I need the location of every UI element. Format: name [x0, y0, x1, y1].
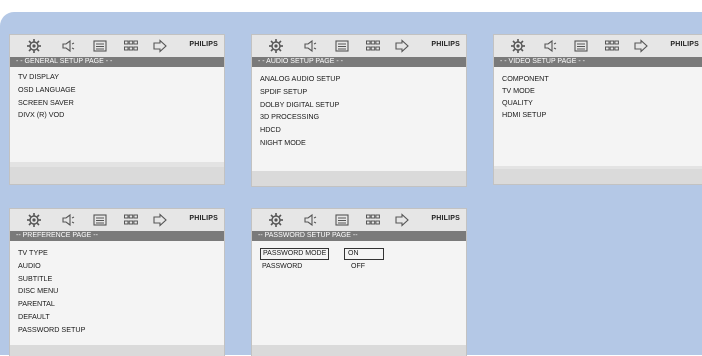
arrow-right-icon[interactable]: [394, 212, 410, 228]
menu-item-tv-type[interactable]: TV TYPE: [10, 247, 224, 260]
brand-label: PHILIPS: [431, 41, 460, 48]
password-options: PASSWORD MODE ON PASSWORD OFF: [252, 241, 466, 351]
password-label: PASSWORD: [262, 263, 303, 270]
menu-item-divx-vod[interactable]: DIVX (R) VOD: [10, 109, 224, 122]
password-row[interactable]: PASSWORD OFF: [252, 260, 466, 273]
menu-item-disc-menu[interactable]: DISC MENU: [10, 285, 224, 298]
menu-item-analog-audio-setup[interactable]: ANALOG AUDIO SETUP: [252, 73, 466, 86]
page-title: -- PREFERENCE PAGE --: [10, 231, 224, 241]
menu-item-audio[interactable]: AUDIO: [10, 260, 224, 273]
password-mode-row[interactable]: PASSWORD MODE ON: [252, 247, 466, 260]
video-setup-panel: PHILIPS - - VIDEO SETUP PAGE - - COMPONE…: [493, 34, 702, 185]
toolbar: PHILIPS: [494, 35, 702, 57]
menu-item-quality[interactable]: QUALITY: [494, 97, 702, 109]
menu-item-night-mode[interactable]: NIGHT MODE: [252, 137, 466, 150]
menu-item-hdmi-setup[interactable]: HDMI SETUP: [494, 109, 702, 121]
arrow-right-icon[interactable]: [633, 38, 649, 54]
speaker-icon[interactable]: [302, 212, 318, 228]
speaker-icon[interactable]: [542, 38, 558, 54]
menu-item-dolby-digital-setup[interactable]: DOLBY DIGITAL SETUP: [252, 99, 466, 112]
password-mode-label: PASSWORD MODE: [260, 248, 330, 260]
grid-icon[interactable]: [604, 38, 620, 54]
menu-item-osd-language[interactable]: OSD LANGUAGE: [10, 84, 224, 97]
menu-item-3d-processing[interactable]: 3D PROCESSING: [252, 111, 466, 124]
grid-icon[interactable]: [365, 212, 381, 228]
panel-footer: [494, 169, 702, 184]
menu-list: COMPONENT TV MODE QUALITY HDMI SETUP: [494, 67, 702, 166]
panel-footer: [252, 345, 466, 356]
screen-icon[interactable]: [334, 212, 350, 228]
brand-label: PHILIPS: [670, 41, 699, 48]
page-title: -- PASSWORD SETUP PAGE --: [252, 231, 466, 241]
menu-item-parental[interactable]: PARENTAL: [10, 298, 224, 311]
password-value[interactable]: OFF: [348, 262, 368, 272]
menu-item-component[interactable]: COMPONENT: [494, 73, 702, 85]
arrow-right-icon[interactable]: [152, 212, 168, 228]
general-setup-panel: PHILIPS - - GENERAL SETUP PAGE - - TV DI…: [9, 34, 225, 185]
panel-footer: [252, 171, 466, 186]
menu-item-hdcd[interactable]: HDCD: [252, 124, 466, 137]
toolbar: PHILIPS: [252, 35, 466, 57]
password-mode-value[interactable]: ON: [344, 248, 384, 260]
toolbar: PHILIPS: [252, 209, 466, 231]
gear-icon[interactable]: [26, 212, 42, 228]
speaker-icon[interactable]: [302, 38, 318, 54]
screen-icon[interactable]: [92, 38, 108, 54]
gear-icon[interactable]: [268, 38, 284, 54]
preference-panel: PHILIPS -- PREFERENCE PAGE -- TV TYPE AU…: [9, 208, 225, 356]
grid-icon[interactable]: [123, 212, 139, 228]
panel-footer: [10, 167, 224, 184]
screen-icon[interactable]: [92, 212, 108, 228]
menu-list: TV TYPE AUDIO SUBTITLE DISC MENU PARENTA…: [10, 241, 224, 351]
password-setup-panel: PHILIPS -- PASSWORD SETUP PAGE -- PASSWO…: [251, 208, 467, 356]
speaker-icon[interactable]: [60, 38, 76, 54]
toolbar: PHILIPS: [10, 35, 224, 57]
menu-item-tv-display[interactable]: TV DISPLAY: [10, 71, 224, 84]
menu-item-screen-saver[interactable]: SCREEN SAVER: [10, 97, 224, 110]
gear-icon[interactable]: [510, 38, 526, 54]
gear-icon[interactable]: [268, 212, 284, 228]
brand-label: PHILIPS: [189, 215, 218, 222]
screen-icon[interactable]: [334, 38, 350, 54]
toolbar: PHILIPS: [10, 209, 224, 231]
page-title: - - GENERAL SETUP PAGE - -: [10, 57, 224, 67]
menu-list: TV DISPLAY OSD LANGUAGE SCREEN SAVER DIV…: [10, 67, 224, 162]
panel-footer: [10, 345, 224, 356]
page-title: - - VIDEO SETUP PAGE - -: [494, 57, 702, 67]
screen-icon[interactable]: [573, 38, 589, 54]
audio-setup-panel: PHILIPS - - AUDIO SETUP PAGE - - ANALOG …: [251, 34, 467, 187]
menu-item-subtitle[interactable]: SUBTITLE: [10, 273, 224, 286]
menu-item-default[interactable]: DEFAULT: [10, 311, 224, 324]
menu-item-tv-mode[interactable]: TV MODE: [494, 85, 702, 97]
menu-list: ANALOG AUDIO SETUP SPDIF SETUP DOLBY DIG…: [252, 67, 466, 176]
brand-label: PHILIPS: [431, 215, 460, 222]
arrow-right-icon[interactable]: [394, 38, 410, 54]
menu-item-password-setup[interactable]: PASSWORD SETUP: [10, 324, 224, 337]
brand-label: PHILIPS: [189, 41, 218, 48]
menu-item-spdif-setup[interactable]: SPDIF SETUP: [252, 86, 466, 99]
page-title: - - AUDIO SETUP PAGE - -: [252, 57, 466, 67]
gear-icon[interactable]: [26, 38, 42, 54]
grid-icon[interactable]: [123, 38, 139, 54]
arrow-right-icon[interactable]: [152, 38, 168, 54]
grid-icon[interactable]: [365, 38, 381, 54]
speaker-icon[interactable]: [60, 212, 76, 228]
